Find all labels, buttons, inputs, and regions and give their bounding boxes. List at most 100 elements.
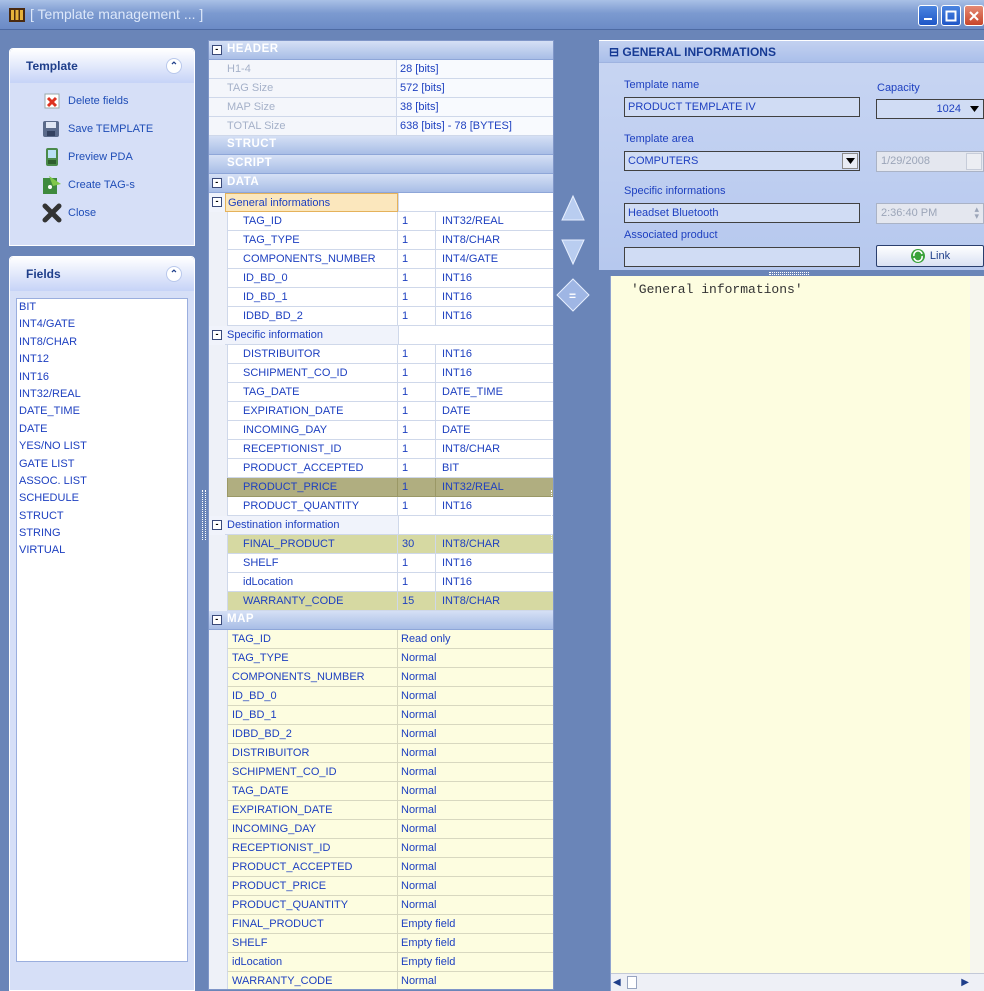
field-row[interactable]: WARRANTY_CODE 15 INT8/CHAR — [209, 592, 553, 611]
field-type-item[interactable]: VIRTUAL — [17, 542, 187, 559]
field-row[interactable]: DISTRIBUITOR 1 INT16 — [209, 345, 553, 364]
field-row[interactable]: IDBD_BD_2 1 INT16 — [209, 307, 553, 326]
capacity-dropdown[interactable]: 1024 — [876, 99, 984, 119]
section-struct[interactable]: STRUCT — [209, 136, 553, 155]
section-header[interactable]: - HEADER — [209, 41, 553, 60]
horizontal-scrollbar[interactable]: ◀ ▶ — [611, 973, 984, 991]
map-row[interactable]: EXPIRATION_DATE Normal — [209, 801, 553, 820]
collapse-toggle-icon[interactable]: - — [212, 197, 222, 207]
scroll-thumb[interactable] — [627, 976, 637, 989]
field-row[interactable]: PRODUCT_ACCEPTED 1 BIT — [209, 459, 553, 478]
field-type-item[interactable]: BIT — [17, 299, 187, 316]
field-row[interactable]: COMPONENTS_NUMBER 1 INT4/GATE — [209, 250, 553, 269]
field-type-item[interactable]: INT16 — [17, 369, 187, 386]
field-row[interactable]: EXPIRATION_DATE 1 DATE — [209, 402, 553, 421]
move-down-arrow-icon[interactable] — [560, 236, 586, 266]
fields-panel-header[interactable]: Fields ⌃ — [10, 257, 194, 291]
field-type-item[interactable]: INT12 — [17, 351, 187, 368]
map-row[interactable]: PRODUCT_QUANTITY Normal — [209, 896, 553, 915]
save-template-button[interactable]: Save TEMPLATE — [10, 115, 194, 143]
field-row[interactable]: PRODUCT_QUANTITY 1 INT16 — [209, 497, 553, 516]
map-row[interactable]: IDBD_BD_2 Normal — [209, 725, 553, 744]
field-row[interactable]: TAG_DATE 1 DATE_TIME — [209, 383, 553, 402]
field-type-item[interactable]: GATE LIST — [17, 456, 187, 473]
field-row[interactable]: ID_BD_0 1 INT16 — [209, 269, 553, 288]
field-type-item[interactable]: INT8/CHAR — [17, 334, 187, 351]
map-row[interactable]: PRODUCT_ACCEPTED Normal — [209, 858, 553, 877]
field-type-item[interactable]: ASSOC. LIST — [17, 473, 187, 490]
field-type-item[interactable]: INT4/GATE — [17, 316, 187, 333]
map-row[interactable]: WARRANTY_CODE Normal — [209, 972, 553, 989]
field-row[interactable]: ID_BD_1 1 INT16 — [209, 288, 553, 307]
collapse-toggle-icon[interactable]: - — [212, 45, 222, 55]
map-row[interactable]: COMPONENTS_NUMBER Normal — [209, 668, 553, 687]
map-row[interactable]: RECEPTIONIST_ID Normal — [209, 839, 553, 858]
specific-info-field[interactable]: Headset Bluetooth — [624, 203, 860, 223]
time-picker[interactable]: 2:36:40 PM ▴ ▾ — [876, 203, 984, 224]
section-data[interactable]: - DATA — [209, 174, 553, 193]
map-row[interactable]: FINAL_PRODUCT Empty field — [209, 915, 553, 934]
field-row[interactable]: idLocation 1 INT16 — [209, 573, 553, 592]
spin-arrows-icon[interactable]: ▴ ▾ — [974, 205, 979, 221]
scroll-left-icon[interactable]: ◀ — [613, 977, 621, 988]
section-script[interactable]: SCRIPT — [209, 155, 553, 174]
collapse-toggle-icon[interactable]: ⊟ — [609, 45, 622, 59]
group-row[interactable]: - General informations — [209, 193, 553, 212]
link-button[interactable]: Link — [876, 245, 984, 267]
field-type-list[interactable]: BIT INT4/GATE INT8/CHAR INT12 INT16 INT3… — [16, 298, 188, 962]
collapse-toggle-icon[interactable]: - — [212, 520, 222, 530]
field-row[interactable]: INCOMING_DAY 1 DATE — [209, 421, 553, 440]
collapse-toggle-icon[interactable]: - — [212, 615, 222, 625]
group-row[interactable]: - Specific information — [209, 326, 553, 345]
minimize-button[interactable] — [918, 5, 938, 26]
close-button[interactable]: Close — [10, 199, 194, 227]
map-row[interactable]: DISTRIBUITOR Normal — [209, 744, 553, 763]
scroll-right-icon[interactable]: ▶ — [961, 977, 969, 988]
group-row[interactable]: - Destination information — [209, 516, 553, 535]
field-row[interactable]: SHELF 1 INT16 — [209, 554, 553, 573]
field-row[interactable]: SCHIPMENT_CO_ID 1 INT16 — [209, 364, 553, 383]
maximize-button[interactable] — [941, 5, 961, 26]
chevron-down-icon[interactable] — [966, 153, 982, 170]
template-name-field[interactable]: PRODUCT TEMPLATE IV — [624, 97, 860, 117]
equal-diamond-icon[interactable]: = — [556, 278, 590, 312]
vertical-scrollbar[interactable] — [970, 276, 984, 973]
date-picker[interactable]: 1/29/2008 — [876, 151, 984, 172]
general-info-header[interactable]: ⊟ GENERAL INFORMATIONS — [599, 41, 984, 63]
collapse-toggle-icon[interactable]: - — [212, 178, 222, 188]
close-window-button[interactable] — [964, 5, 984, 26]
field-type-item[interactable]: DATE_TIME — [17, 403, 187, 420]
map-row[interactable]: ID_BD_0 Normal — [209, 687, 553, 706]
script-editor[interactable]: 'General informations' ◀ ▶ — [610, 276, 984, 991]
field-type-item[interactable]: STRING — [17, 525, 187, 542]
associated-product-field[interactable] — [624, 247, 860, 267]
field-row[interactable]: FINAL_PRODUCT 30 INT8/CHAR — [209, 535, 553, 554]
map-row[interactable]: TAG_ID Read only — [209, 630, 553, 649]
map-row[interactable]: TAG_DATE Normal — [209, 782, 553, 801]
map-row[interactable]: INCOMING_DAY Normal — [209, 820, 553, 839]
field-type-item[interactable]: INT32/REAL — [17, 386, 187, 403]
field-type-item[interactable]: DATE — [17, 421, 187, 438]
section-map[interactable]: - MAP — [209, 611, 553, 630]
chevron-down-icon[interactable] — [842, 153, 858, 169]
map-row[interactable]: TAG_TYPE Normal — [209, 649, 553, 668]
map-row[interactable]: PRODUCT_PRICE Normal — [209, 877, 553, 896]
horizontal-splitter[interactable] — [769, 272, 809, 275]
chevron-down-icon[interactable] — [966, 101, 982, 117]
collapse-toggle-icon[interactable]: - — [212, 330, 222, 340]
field-type-item[interactable]: YES/NO LIST — [17, 438, 187, 455]
template-area-dropdown[interactable]: COMPUTERS — [624, 151, 860, 171]
create-tags-button[interactable]: Create TAG-s — [10, 171, 194, 199]
collapse-chevron-icon[interactable]: ⌃ — [166, 266, 182, 282]
preview-pda-button[interactable]: Preview PDA — [10, 143, 194, 171]
map-row[interactable]: ID_BD_1 Normal — [209, 706, 553, 725]
title-bar[interactable]: [ Template management ... ] — [0, 0, 984, 30]
delete-fields-button[interactable]: Delete fields — [10, 87, 194, 115]
map-row[interactable]: SHELF Empty field — [209, 934, 553, 953]
field-row[interactable]: TAG_ID 1 INT32/REAL — [209, 212, 553, 231]
field-type-item[interactable]: STRUCT — [17, 508, 187, 525]
collapse-chevron-icon[interactable]: ⌃ — [166, 58, 182, 74]
template-panel-header[interactable]: Template ⌃ — [10, 49, 194, 83]
field-type-item[interactable]: SCHEDULE — [17, 490, 187, 507]
field-row[interactable]: RECEPTIONIST_ID 1 INT8/CHAR — [209, 440, 553, 459]
